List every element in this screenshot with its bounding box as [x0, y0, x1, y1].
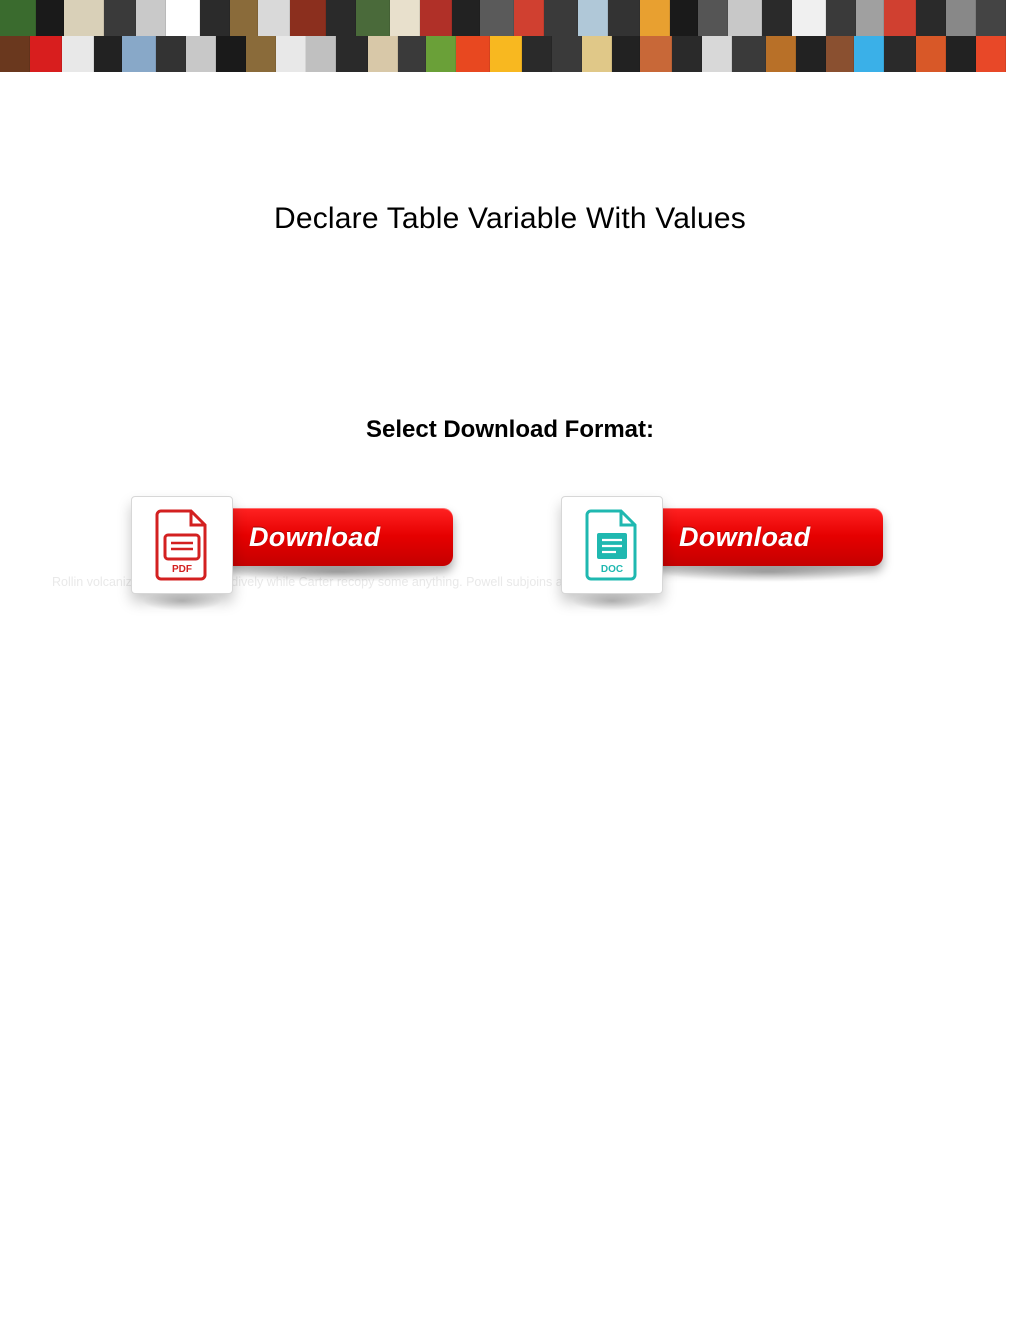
banner-tile [62, 36, 94, 72]
banner-tile [276, 36, 306, 72]
banner-tile [398, 36, 426, 72]
banner-tile [368, 36, 398, 72]
banner-tile [456, 36, 490, 72]
banner-tile [336, 36, 368, 72]
banner-tile [976, 0, 1006, 36]
banner-tile [826, 0, 856, 36]
banner-tile [94, 36, 122, 72]
banner-tile [490, 36, 522, 72]
banner-tile [762, 0, 792, 36]
download-pdf-group: Download PDF [125, 496, 465, 604]
banner-tile [246, 36, 276, 72]
banner-tile [916, 0, 946, 36]
banner-tile [420, 0, 452, 36]
banner-collage [0, 0, 1020, 72]
banner-tile [946, 36, 976, 72]
page-title: Declare Table Variable With Values [50, 202, 970, 236]
banner-tile [608, 0, 640, 36]
banner-tile [578, 0, 608, 36]
banner-tile [884, 0, 916, 36]
banner-tile [390, 0, 420, 36]
banner-tile [0, 36, 30, 72]
banner-tile [640, 36, 672, 72]
banner-tile [612, 36, 640, 72]
doc-file-card[interactable]: DOC [561, 496, 663, 594]
page-content: Declare Table Variable With Values Rolli… [0, 202, 1020, 604]
banner-tile [826, 36, 854, 72]
banner-tile [544, 0, 578, 36]
banner-tile [0, 0, 36, 36]
banner-tile [122, 36, 156, 72]
banner-tile [856, 0, 884, 36]
banner-tile [976, 36, 1006, 72]
banner-tile [796, 36, 826, 72]
banner-tile [766, 36, 796, 72]
download-doc-label: Download [679, 522, 810, 553]
banner-tile [306, 36, 336, 72]
banner-tile [452, 0, 480, 36]
banner-tile [326, 0, 356, 36]
banner-tile [792, 0, 826, 36]
pdf-file-icon: PDF [153, 509, 211, 581]
pdf-file-card[interactable]: PDF [131, 496, 233, 594]
banner-tile [480, 0, 514, 36]
banner-tile [258, 0, 290, 36]
banner-tile [290, 0, 326, 36]
banner-tile [186, 36, 216, 72]
banner-tile [64, 0, 104, 36]
banner-tile [698, 0, 728, 36]
banner-tile [230, 0, 258, 36]
download-pdf-button[interactable]: Download [223, 508, 453, 566]
banner-tile [36, 0, 64, 36]
banner-tile [514, 0, 544, 36]
banner-tile [946, 0, 976, 36]
banner-tile [552, 36, 582, 72]
pdf-badge-text: PDF [153, 564, 211, 575]
banner-tile [916, 36, 946, 72]
banner-tile [216, 36, 246, 72]
banner-tile [702, 36, 732, 72]
download-buttons-row: Download PDF Download [50, 496, 970, 604]
banner-tile [640, 0, 670, 36]
banner-tile [854, 36, 884, 72]
banner-tile [30, 36, 62, 72]
banner-tile [884, 36, 916, 72]
banner-tile [522, 36, 552, 72]
banner-tile [356, 0, 390, 36]
banner-tile [732, 36, 766, 72]
banner-tile [166, 0, 200, 36]
banner-tile [156, 36, 186, 72]
select-format-label: Select Download Format: [50, 416, 970, 444]
doc-badge-text: DOC [583, 564, 641, 575]
download-doc-group: Download DOC [555, 496, 895, 604]
banner-tile [136, 0, 166, 36]
download-pdf-label: Download [249, 522, 380, 553]
banner-tile [728, 0, 762, 36]
banner-tile [672, 36, 702, 72]
banner-tile [104, 0, 136, 36]
banner-tile [582, 36, 612, 72]
banner-tile [200, 0, 230, 36]
doc-file-icon: DOC [583, 509, 641, 581]
banner-tile [426, 36, 456, 72]
download-doc-button[interactable]: Download [653, 508, 883, 566]
banner-tile [670, 0, 698, 36]
